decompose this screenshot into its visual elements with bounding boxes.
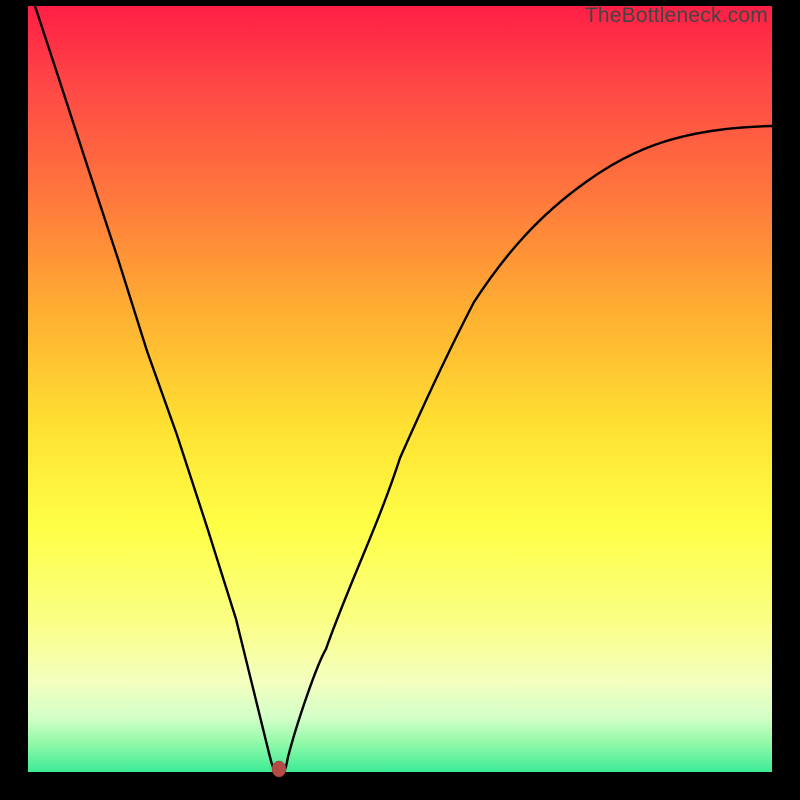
minimum-marker-dot [272, 761, 286, 777]
chart-plot-area [28, 6, 772, 772]
watermark-text: TheBottleneck.com [585, 4, 768, 28]
bottleneck-curve [35, 6, 772, 772]
curve-svg [28, 6, 772, 772]
